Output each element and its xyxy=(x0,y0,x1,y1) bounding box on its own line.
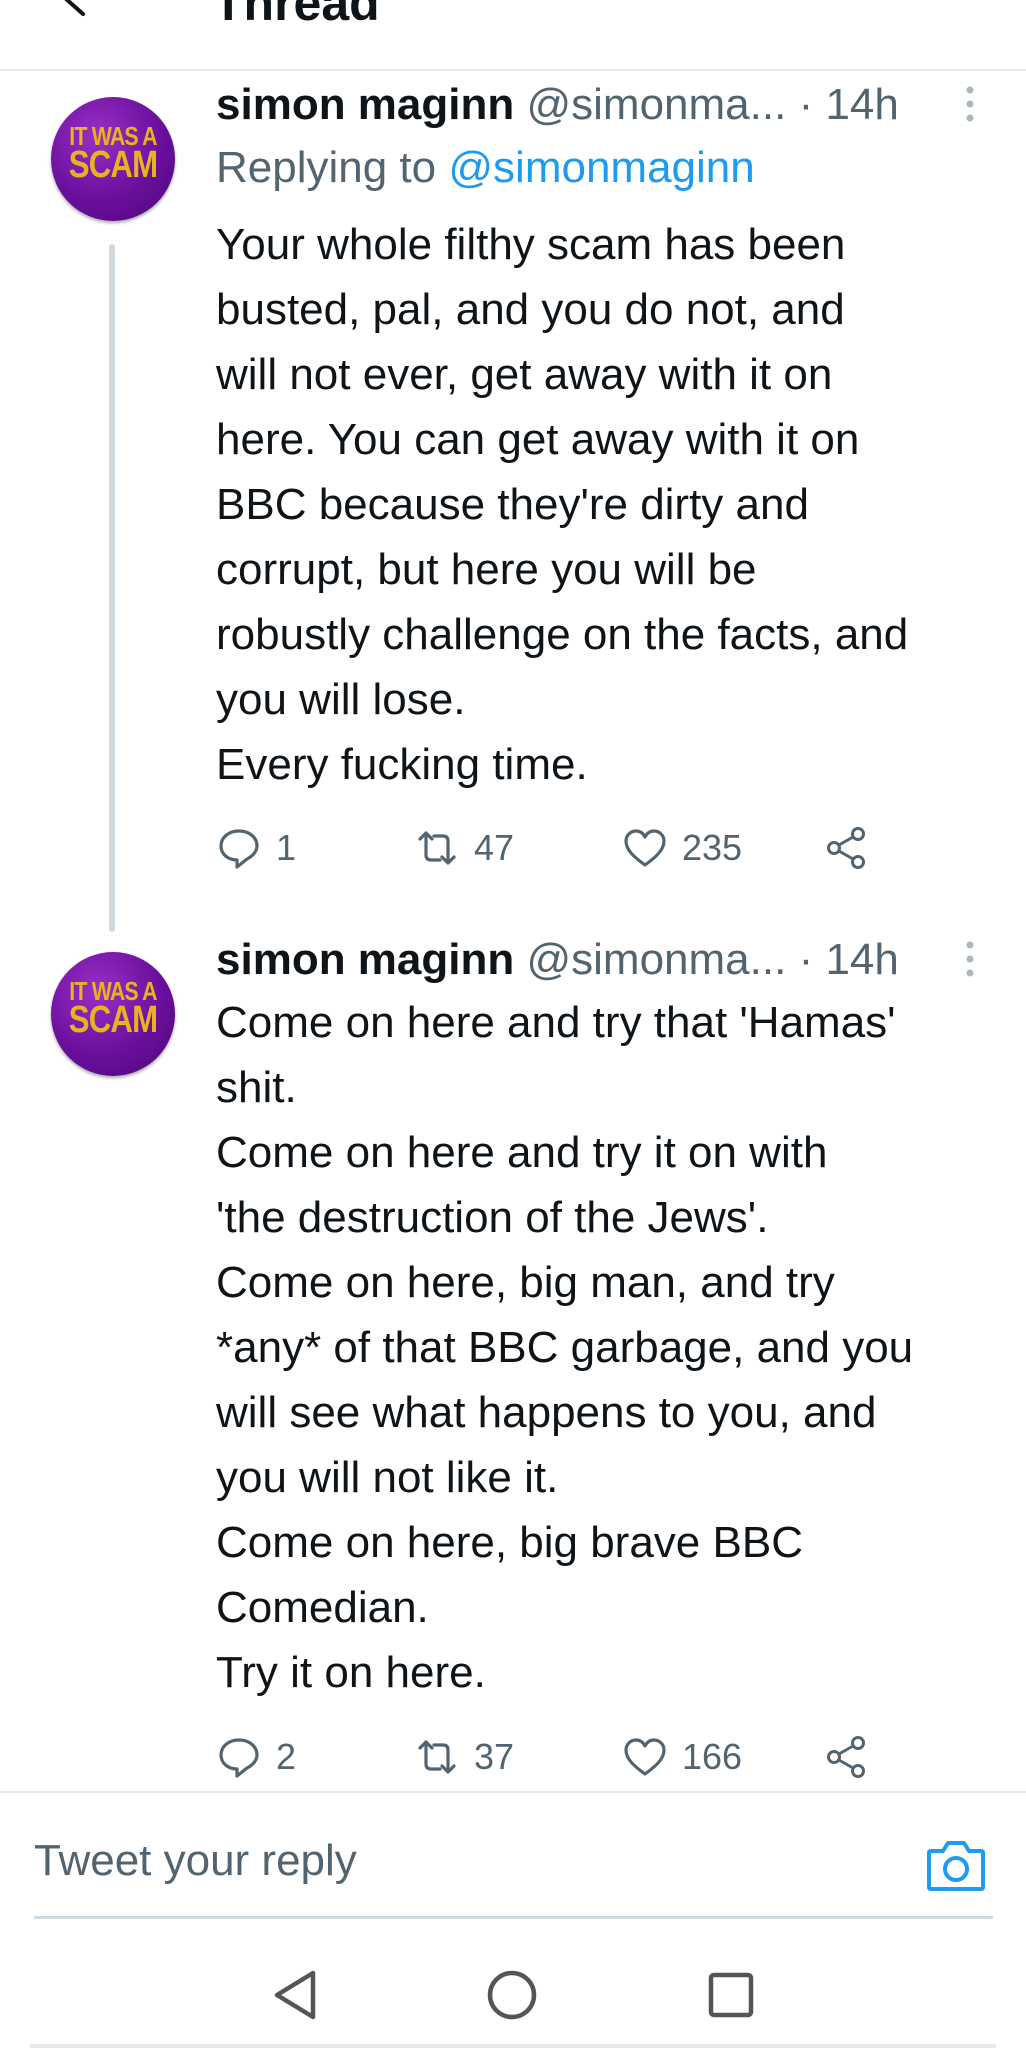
tweet-text-line: *any* of that BBC garbage, and you xyxy=(216,1323,914,1372)
replying-to-label: Replying to xyxy=(216,143,437,192)
avatar[interactable]: IT WAS A SCAM xyxy=(51,952,175,1076)
like-button[interactable]: 235 xyxy=(622,823,742,873)
tweet-time: · 14h xyxy=(798,935,899,984)
compose-underline xyxy=(34,1916,993,1919)
author-handle[interactable]: @simonma... xyxy=(526,80,786,129)
back-arrow-icon[interactable] xyxy=(55,0,95,18)
tweet-text-line: busted, pal, and you do not, and xyxy=(216,285,845,334)
replying-to: Replying to @simonmaginn xyxy=(216,143,755,193)
tweet-text-line: Come on here, big man, and try xyxy=(216,1258,835,1307)
more-vertical-icon[interactable] xyxy=(965,939,975,979)
author-name[interactable]: simon maginn xyxy=(216,935,514,984)
tweet-text-line: Comedian. xyxy=(216,1583,429,1632)
retweet-button[interactable]: 47 xyxy=(414,823,514,873)
avatar-text-line2: SCAM xyxy=(68,999,158,1042)
reply-button[interactable]: 1 xyxy=(216,823,296,873)
tweet-text-line: shit. xyxy=(216,1063,297,1112)
more-vertical-icon[interactable] xyxy=(965,84,975,124)
share-icon xyxy=(827,1736,865,1778)
share-icon xyxy=(827,827,865,869)
tweet-time: · 14h xyxy=(798,80,899,129)
replying-to-handle[interactable]: @simonmaginn xyxy=(448,143,754,192)
tweet-meta: simon maginn @simonma... · 14h xyxy=(216,80,899,130)
reply-button[interactable]: 2 xyxy=(216,1732,296,1782)
nav-recents-icon[interactable] xyxy=(701,1965,761,2025)
heart-icon xyxy=(624,1738,666,1776)
tweet-text-line: will see what happens to you, and xyxy=(216,1388,877,1437)
avatar-text-line2: SCAM xyxy=(68,144,158,187)
retweet-button[interactable]: 37 xyxy=(414,1732,514,1782)
author-name[interactable]: simon maginn xyxy=(216,80,514,129)
author-handle[interactable]: @simonma... xyxy=(526,935,786,984)
nav-home-icon[interactable] xyxy=(482,1965,542,2025)
share-button[interactable] xyxy=(824,1732,870,1782)
retweet-icon xyxy=(418,831,456,865)
tweet-text-line: Come on here and try that 'Hamas' xyxy=(216,998,896,1047)
bottom-edge xyxy=(30,2044,996,2048)
reply-icon xyxy=(219,1738,259,1778)
avatar[interactable]: IT WAS A SCAM xyxy=(51,97,175,221)
share-button[interactable] xyxy=(824,823,870,873)
tweet-text-line: you will lose. xyxy=(216,675,466,724)
tweet-text-line: BBC because they're dirty and xyxy=(216,480,809,529)
page-title: Thread xyxy=(213,0,380,31)
tweet-text-line: robustly challenge on the facts, and xyxy=(216,610,909,659)
reply-count: 2 xyxy=(276,1736,297,1777)
tweet-text-line: Come on here, big brave BBC xyxy=(216,1518,803,1567)
tweet-text: Come on here and try that 'Hamas' shit. … xyxy=(216,990,1006,1705)
like-count: 235 xyxy=(682,827,743,868)
tweet-text-line: corrupt, but here you will be xyxy=(216,545,757,594)
tweet-text-line: 'the destruction of the Jews'. xyxy=(216,1193,769,1242)
retweet-icon xyxy=(418,1740,456,1774)
tweet-text: Your whole filthy scam has been busted, … xyxy=(216,212,1006,797)
tweet-text-line: Your whole filthy scam has been xyxy=(216,220,846,269)
thread-connector-line xyxy=(109,244,115,932)
tweet-text-line: Come on here and try it on with xyxy=(216,1128,828,1177)
retweet-count: 37 xyxy=(474,1736,515,1777)
heart-icon xyxy=(624,829,666,867)
compose-divider xyxy=(0,1791,1026,1793)
nav-back-icon[interactable] xyxy=(265,1965,325,2025)
tweet-text-line: will not ever, get away with it on xyxy=(216,350,833,399)
like-button[interactable]: 166 xyxy=(622,1732,742,1782)
tweet-meta: simon maginn @simonma... · 14h xyxy=(216,935,899,985)
tweet-actions: 2 37 166 xyxy=(216,1732,896,1782)
tweet-actions: 1 47 235 xyxy=(216,823,896,873)
tweet-text-line: you will not like it. xyxy=(216,1453,559,1502)
reply-input[interactable]: Tweet your reply xyxy=(34,1836,357,1886)
reply-count: 1 xyxy=(276,827,297,868)
tweet-text-line: Try it on here. xyxy=(216,1648,486,1697)
camera-icon[interactable] xyxy=(925,1837,987,1893)
retweet-count: 47 xyxy=(474,827,515,868)
like-count: 166 xyxy=(682,1736,743,1777)
tweet-text-line: Every fucking time. xyxy=(216,740,588,789)
thread-header: Thread xyxy=(0,0,1026,71)
reply-icon xyxy=(219,829,259,869)
tweet-text-line: here. You can get away with it on xyxy=(216,415,860,464)
